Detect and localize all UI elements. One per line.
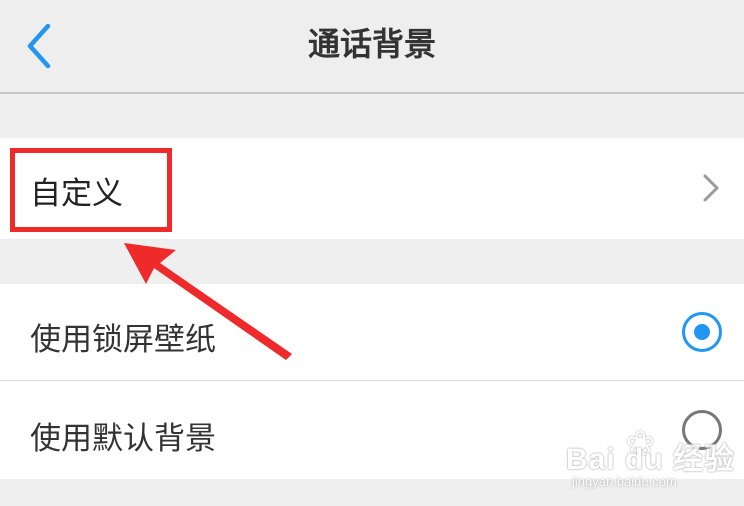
row-lock-wallpaper-label: 使用锁屏壁纸 (30, 322, 216, 358)
annotation-highlight-box (10, 148, 172, 232)
chevron-right-icon (703, 174, 719, 202)
row-default-background-label: 使用默认背景 (30, 421, 216, 457)
header-bar: 通话背景 (0, 0, 744, 94)
watermark-logo: Bai du 经验 (566, 443, 736, 476)
row-lock-wallpaper[interactable]: 使用锁屏壁纸 (0, 284, 744, 381)
watermark-url: jingyan.baidu.com (572, 474, 677, 489)
page-title: 通话背景 (307, 25, 436, 63)
radio-selected-icon[interactable] (682, 312, 722, 352)
watermark: ❀ Bai du 经验 jingyan.baidu.com (566, 422, 736, 506)
